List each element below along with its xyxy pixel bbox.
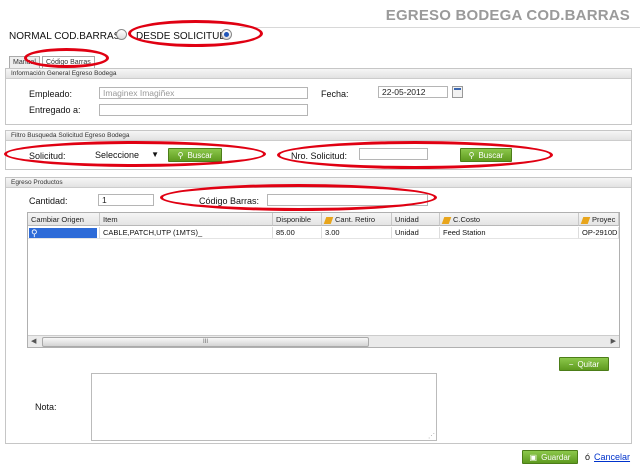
pencil-icon (441, 216, 452, 224)
search-icon: ⚲ (468, 151, 475, 160)
buscar-solicitud-button[interactable]: ⚲ Buscar (168, 148, 222, 162)
nota-label: Nota: (35, 402, 57, 412)
scroll-left-icon[interactable]: ◀ (31, 336, 36, 347)
guardar-label: Guardar (541, 453, 571, 462)
col-header-unidad[interactable]: Unidad (392, 213, 440, 226)
col-header-cant-retiro[interactable]: Cant. Retiro (322, 213, 392, 226)
calendar-icon[interactable] (452, 86, 463, 98)
cell-unidad: Unidad (392, 227, 440, 239)
resize-grip-icon[interactable]: ⋰ (428, 432, 435, 440)
buscar-nro-button[interactable]: ⚲ Buscar (460, 148, 512, 162)
scroll-right-icon[interactable]: ▶ (611, 336, 616, 347)
guardar-button[interactable]: ▣ Guardar (522, 450, 578, 464)
radio-desde-solicitud[interactable] (221, 29, 232, 40)
chevron-down-icon: ▼ (151, 150, 159, 159)
codigo-barras-field[interactable] (267, 194, 428, 206)
save-icon: ▣ (529, 453, 538, 462)
minus-icon: − (568, 360, 574, 369)
quitar-label: Quitar (577, 360, 600, 369)
entregado-label: Entregado a: (29, 105, 81, 115)
cell-cant-retiro[interactable]: 3.00 (322, 227, 392, 239)
cantidad-label: Cantidad: (29, 196, 68, 206)
productos-grid: Cambiar Origen Item Disponible Cant. Ret… (27, 212, 620, 348)
cell-proyecto[interactable]: OP-2910D (579, 227, 619, 239)
egreso-productos-title: Egreso Productos (6, 178, 631, 188)
cantidad-field[interactable]: 1 (98, 194, 154, 206)
col-header-ccosto[interactable]: C.Costo (440, 213, 579, 226)
grid-horizontal-scrollbar[interactable]: ◀ III ▶ (28, 335, 619, 347)
page-title: EGRESO BODEGA COD.BARRAS (385, 7, 630, 24)
empleado-label: Empleado: (29, 89, 73, 99)
scroll-thumb[interactable]: III (42, 337, 369, 347)
tab-codigo-barras[interactable]: Código Barras (42, 56, 95, 68)
fecha-label: Fecha: (321, 89, 349, 99)
buscar-solicitud-label: Buscar (187, 151, 213, 160)
radio-normal-label: NORMAL COD.BARRAS (9, 31, 121, 42)
fecha-field[interactable]: 22-05-2012 (378, 86, 448, 98)
cell-ccosto[interactable]: Feed Station (440, 227, 579, 239)
pencil-icon (323, 216, 334, 224)
header-divider (240, 27, 640, 28)
col-header-proyecto[interactable]: Proyec (579, 213, 619, 226)
radio-normal[interactable] (116, 29, 127, 40)
radio-desde-solicitud-label: DESDE SOLICITUD (136, 31, 227, 42)
col-header-cambiar-origen[interactable]: Cambiar Origen (28, 213, 100, 226)
info-general-title: Información General Egreso Bodega (6, 69, 631, 79)
cambiar-origen-selector[interactable] (29, 228, 97, 238)
cell-item: CABLE,PATCH,UTP (1MTS)_ (100, 227, 273, 239)
nota-textarea[interactable] (91, 373, 437, 441)
solicitud-select[interactable]: Seleccione ▼ (95, 148, 163, 162)
col-header-item[interactable]: Item (100, 213, 273, 226)
codigo-barras-label: Código Barras: (199, 196, 260, 206)
cell-disponible: 85.00 (273, 227, 322, 239)
col-header-disponible[interactable]: Disponible (273, 213, 322, 226)
magnifier-icon[interactable]: ⚲ (31, 227, 38, 238)
cell-cambiar-origen[interactable]: ⚲ (28, 227, 100, 239)
empleado-field[interactable]: Imaginex Imagiñex (99, 87, 308, 99)
filtro-title: Filtro Busqueda Solicitud Egreso Bodega (6, 131, 631, 141)
nro-solicitud-label: Nro. Solicitud: (291, 151, 348, 161)
nro-solicitud-field[interactable] (359, 148, 428, 160)
or-text: ó (585, 452, 591, 462)
cancelar-link[interactable]: Cancelar (594, 452, 630, 462)
buscar-nro-label: Buscar (478, 151, 504, 160)
search-icon: ⚲ (177, 151, 184, 160)
tab-manual[interactable]: Manual (9, 56, 40, 68)
quitar-button[interactable]: − Quitar (559, 357, 609, 371)
solicitud-select-value: Seleccione (95, 150, 140, 160)
pencil-icon (580, 216, 591, 224)
solicitud-label: Solicitud: (29, 151, 66, 161)
entregado-field[interactable] (99, 104, 308, 116)
